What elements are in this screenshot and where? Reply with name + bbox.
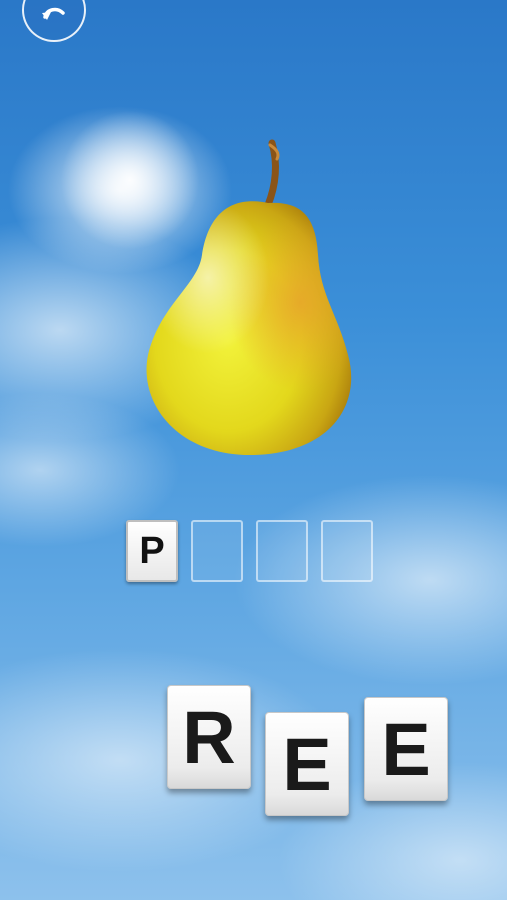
answer-slots: P bbox=[126, 520, 373, 582]
letter-tile-label: E bbox=[381, 707, 431, 791]
letter-tile-e[interactable]: E bbox=[364, 697, 448, 801]
answer-slot-2[interactable] bbox=[191, 520, 243, 582]
answer-slot-3[interactable] bbox=[256, 520, 308, 582]
undo-arrow-icon bbox=[42, 7, 65, 20]
letter-tile-label: E bbox=[282, 722, 332, 806]
answer-slot-4[interactable] bbox=[321, 520, 373, 582]
pear-icon bbox=[146, 139, 352, 456]
letter-tile-label: R bbox=[182, 695, 236, 779]
answer-slot-1[interactable]: P bbox=[126, 520, 178, 582]
letter-tile-e[interactable]: E bbox=[265, 712, 349, 816]
letter-tile-r[interactable]: R bbox=[167, 685, 251, 789]
answer-slot-1-letter: P bbox=[139, 529, 165, 572]
